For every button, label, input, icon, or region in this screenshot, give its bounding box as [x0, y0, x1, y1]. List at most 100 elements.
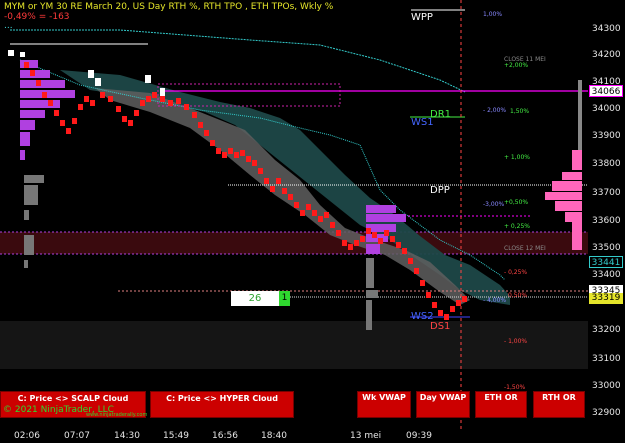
chart-title: MYM or YM 30 RE March 20, US Day RTH %, … [4, 2, 334, 12]
price-bar [426, 292, 431, 298]
price-tick: 33200 [592, 325, 621, 335]
level-price-tag: 33319 [589, 293, 623, 304]
price-chart[interactable] [0, 0, 625, 443]
price-bar [84, 96, 89, 102]
price-bar [204, 130, 209, 136]
price-bar [240, 150, 245, 156]
price-tick: 34000 [592, 104, 621, 114]
price-bar [66, 128, 71, 134]
pct-label: CLOSE 12 MEI [504, 245, 546, 252]
price-bar [378, 238, 383, 244]
price-bar [246, 156, 251, 162]
price-bar [176, 98, 181, 104]
price-bar [402, 248, 407, 254]
price-tick: 33100 [592, 354, 621, 364]
bar-counter: 26 [231, 291, 279, 306]
ws1-label: WS1 [411, 117, 434, 128]
pct-label: +2,00% [504, 62, 529, 69]
pct-label: 1,50% [510, 108, 530, 115]
price-bar [90, 100, 95, 106]
price-bar [108, 96, 113, 102]
price-tick: 33900 [592, 131, 621, 141]
site-text: www.ninjatraderally.com [86, 412, 148, 418]
price-bar [258, 168, 263, 174]
bar-counter-badge: 1 [279, 291, 290, 306]
price-tick: 33000 [592, 381, 621, 391]
price-bar [54, 110, 59, 116]
price-bar [306, 204, 311, 210]
price-bar [48, 100, 53, 106]
pct-label: 0,50% [508, 292, 528, 299]
price-bar [60, 120, 65, 126]
price-bar [324, 212, 329, 218]
price-bar [270, 186, 275, 192]
day-vwap-button[interactable]: Day VWAP [416, 391, 470, 418]
price-bar [72, 118, 77, 124]
price-bar [384, 230, 389, 236]
eth-or-button[interactable]: ETH OR [475, 391, 527, 418]
price-bar [462, 296, 467, 302]
price-bar [420, 280, 425, 286]
price-bar [372, 232, 377, 238]
value-area-band [0, 232, 588, 254]
price-bar [408, 258, 413, 264]
hyper-cloud-button[interactable]: C: Price <> HYPER Cloud [150, 391, 294, 418]
pct-label: +0,50% [504, 199, 529, 206]
dpp-label: DPP [430, 185, 450, 196]
pct-label: - 1,00% [504, 338, 528, 345]
daily-change: -0,49% = -163 [4, 12, 70, 22]
time-label: 15:49 [163, 431, 189, 441]
price-bar [318, 216, 323, 222]
price-bar [342, 240, 347, 246]
price-bar [160, 96, 165, 102]
price-bar [264, 178, 269, 184]
time-label: 09:39 [406, 431, 432, 441]
vwap-price-tag: 33441 [589, 256, 623, 268]
session-band [0, 321, 588, 369]
price-bar [24, 62, 29, 68]
price-bar [252, 160, 257, 166]
price-bar [210, 140, 215, 146]
time-label: 14:30 [114, 431, 140, 441]
rth-or-button[interactable]: RTH OR [533, 391, 585, 418]
price-bar [146, 96, 151, 102]
price-tick: 33500 [592, 243, 621, 253]
time-label: 02:06 [14, 431, 40, 441]
price-bar [432, 302, 437, 308]
pct-label: 1,00% [483, 11, 503, 18]
price-bar [228, 148, 233, 154]
price-tick: 34300 [592, 24, 621, 34]
price-bar [414, 268, 419, 274]
price-tick: 32900 [592, 408, 621, 418]
price-bar [78, 104, 83, 110]
pct-label: -3,00% [483, 201, 505, 208]
price-bar [366, 228, 371, 234]
price-bar [444, 314, 449, 320]
price-bar [288, 194, 293, 200]
price-bar [300, 210, 305, 216]
price-bar [100, 92, 105, 98]
pct-label: - 0,25% [504, 269, 528, 276]
time-label: 18:40 [261, 431, 287, 441]
price-bar [396, 242, 401, 248]
price-bar [456, 300, 461, 306]
price-bar [276, 178, 281, 184]
pct-label: - 2,00% [483, 107, 507, 114]
price-bar [184, 104, 189, 110]
price-tick: 33400 [592, 270, 621, 280]
price-bar [42, 92, 47, 98]
price-bar [438, 310, 443, 316]
wk-vwap-button[interactable]: Wk VWAP [357, 391, 411, 418]
price-bar [216, 148, 221, 154]
pct-label: - 4,00% [483, 297, 507, 304]
price-bar [390, 236, 395, 242]
price-bars [24, 62, 467, 320]
ds1-label: DS1 [430, 321, 451, 332]
price-bar [192, 112, 197, 118]
price-bar [168, 100, 173, 106]
current-price-tag: 34066 [589, 85, 623, 97]
pct-label: + 0,25% [504, 223, 530, 230]
time-label: 07:07 [64, 431, 90, 441]
price-bar [282, 188, 287, 194]
wpp-label: WPP [411, 12, 433, 23]
